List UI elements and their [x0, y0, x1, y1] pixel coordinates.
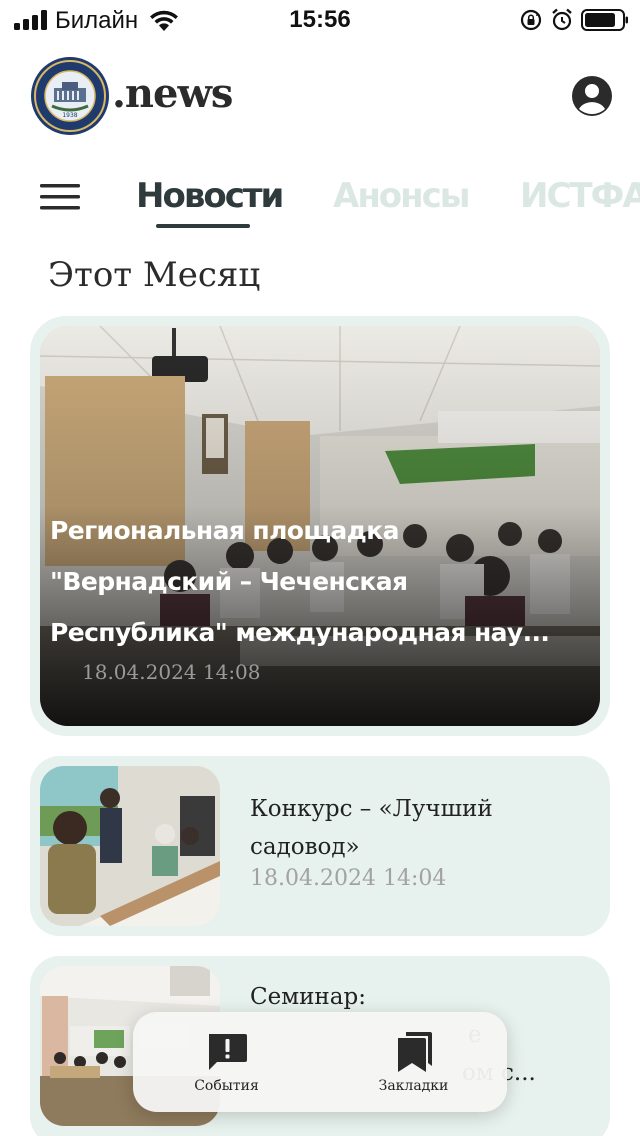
app-logo-text: .news [112, 70, 233, 117]
active-tab-indicator [156, 224, 250, 228]
news-card[interactable]: Конкурс – «Лучший садовод» 18.04.2024 14… [30, 756, 610, 936]
svg-text:1938: 1938 [62, 112, 77, 119]
tab-istfak[interactable]: ИСТФАК [520, 176, 640, 216]
profile-icon[interactable] [571, 75, 613, 117]
news-card-date: 18.04.2024 14:04 [250, 866, 447, 891]
status-bar: Билайн 15:56 [0, 0, 640, 40]
section-title: Этот Месяц [48, 255, 261, 295]
tab-news[interactable]: Новости [136, 176, 284, 216]
clock: 15:56 [289, 6, 351, 33]
battery-icon [581, 9, 628, 31]
alert-message-icon [209, 1034, 247, 1070]
nav-bookmarks-label: Закладки [378, 1078, 449, 1094]
news-card-title: Конкурс – «Лучший садовод» [250, 796, 493, 860]
alarm-icon [552, 8, 572, 31]
news-thumbnail [40, 766, 220, 926]
nav-events-label: События [194, 1078, 259, 1094]
featured-news-title: Региональная площадка "Вернадский – Чече… [50, 516, 550, 647]
university-seal-logo: 1938 [31, 57, 109, 135]
tab-announcements[interactable]: Анонсы [333, 176, 471, 216]
nav-events[interactable]: События [133, 1012, 320, 1112]
bookmarks-icon [398, 1032, 432, 1072]
bottom-navigation: События Закладки [133, 1012, 507, 1112]
featured-news-date: 18.04.2024 14:08 [82, 660, 261, 684]
hamburger-menu-icon[interactable] [40, 183, 80, 211]
rotation-lock-icon [520, 9, 542, 31]
nav-bookmarks[interactable]: Закладки [320, 1012, 507, 1112]
